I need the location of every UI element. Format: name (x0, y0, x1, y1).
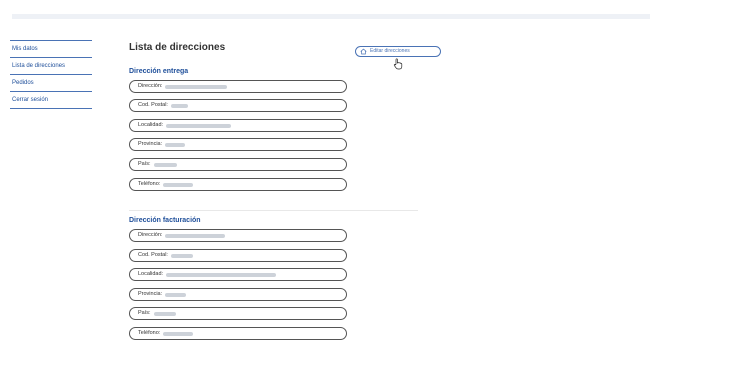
edit-addresses-button[interactable]: Editar direcciones (355, 46, 441, 57)
field-label: Provincia: (138, 291, 163, 297)
field-label: Dirección: (138, 232, 163, 238)
account-sidebar: Mis datos Lista de direcciones Pedidos C… (10, 40, 92, 109)
billing-province-field: Provincia: (129, 288, 347, 301)
page-title: Lista de direcciones (129, 42, 226, 53)
field-label: País: (138, 310, 151, 316)
shipping-province-field: Provincia: (129, 138, 347, 151)
field-label: País: (138, 161, 151, 167)
billing-country-field: País: (129, 307, 347, 320)
shipping-section-title: Dirección entrega (129, 68, 189, 75)
field-label: Provincia: (138, 141, 163, 147)
billing-phone-field: Teléfono: (129, 327, 347, 340)
billing-locality-field: Localidad: (129, 268, 347, 281)
edit-addresses-label: Editar direcciones (370, 48, 410, 54)
field-label: Dirección: (138, 83, 163, 89)
sidebar-item-pedidos[interactable]: Pedidos (10, 75, 92, 92)
field-label: Teléfono: (138, 330, 161, 336)
redacted-value (163, 331, 194, 336)
section-divider (129, 210, 418, 211)
redacted-value (166, 272, 277, 277)
billing-postal-code-field: Cod. Postal: (129, 249, 347, 262)
redacted-value (170, 253, 193, 258)
shipping-locality-field: Localidad: (129, 119, 347, 132)
redacted-value (165, 233, 226, 238)
redacted-value (153, 311, 176, 316)
redacted-value (170, 103, 188, 108)
redacted-value (153, 162, 177, 167)
redacted-value (163, 182, 194, 187)
shipping-postal-code-field: Cod. Postal: (129, 99, 347, 112)
sidebar-item-lista-direcciones[interactable]: Lista de direcciones (10, 58, 92, 75)
field-label: Localidad: (138, 271, 164, 277)
field-label: Cod. Postal: (138, 102, 168, 108)
billing-address-field: Dirección: (129, 229, 347, 242)
field-label: Teléfono: (138, 181, 161, 187)
redacted-value (166, 123, 232, 128)
billing-section-title: Dirección facturación (129, 217, 201, 224)
field-label: Localidad: (138, 122, 164, 128)
redacted-value (165, 84, 228, 89)
home-icon (360, 48, 367, 55)
hand-cursor-icon (393, 58, 403, 70)
redacted-value (165, 292, 187, 297)
sidebar-item-mis-datos[interactable]: Mis datos (10, 40, 92, 58)
shipping-address-field: Dirección: (129, 80, 347, 93)
top-bar (12, 14, 650, 19)
redacted-value (165, 142, 186, 147)
shipping-phone-field: Teléfono: (129, 178, 347, 191)
shipping-country-field: País: (129, 158, 347, 171)
field-label: Cod. Postal: (138, 252, 168, 258)
sidebar-item-cerrar-sesion[interactable]: Cerrar sesión (10, 92, 92, 109)
